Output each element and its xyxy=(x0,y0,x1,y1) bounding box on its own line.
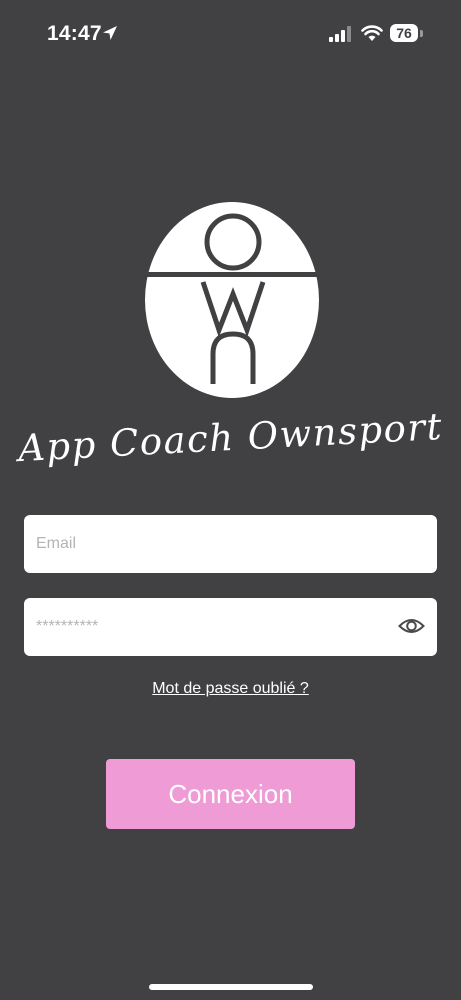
status-time: 14:47 xyxy=(47,22,102,45)
wifi-icon xyxy=(361,25,383,41)
battery-level: 76 xyxy=(390,24,418,42)
location-arrow-icon xyxy=(103,26,117,40)
app-title: App Coach Ownsport xyxy=(17,404,444,471)
password-input[interactable] xyxy=(24,598,437,656)
eye-icon[interactable] xyxy=(398,615,425,637)
status-bar: 14:47 76 xyxy=(0,0,461,64)
battery-icon: 76 xyxy=(390,24,424,44)
password-field[interactable] xyxy=(24,598,437,656)
login-screen: 14:47 76 App Coach Ownsport Email Mot de… xyxy=(0,0,461,1000)
ownsport-logo-icon xyxy=(145,202,319,398)
battery-cap xyxy=(420,30,423,37)
forgot-password-link[interactable]: Mot de passe oublié ? xyxy=(0,680,461,698)
home-indicator[interactable] xyxy=(149,984,313,990)
email-field[interactable] xyxy=(24,515,437,573)
signal-bars-icon xyxy=(329,26,351,42)
email-input[interactable] xyxy=(24,515,437,573)
connexion-button[interactable]: Connexion xyxy=(106,759,355,829)
